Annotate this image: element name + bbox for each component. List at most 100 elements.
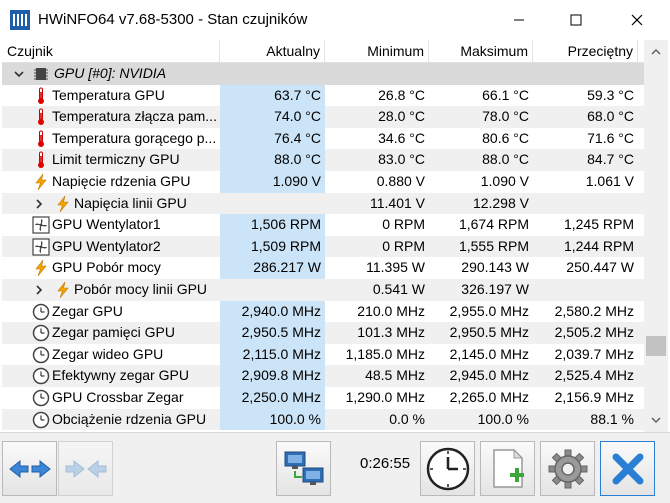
close-icon <box>631 14 643 26</box>
clock-icon <box>32 389 50 407</box>
sensor-name: GPU Pobór mocy <box>52 259 161 276</box>
table-row[interactable]: Efektywny zegar GPU 2,909.8 MHz 48.5 MHz 2,… <box>2 365 644 387</box>
sensor-name: Efektywny zegar GPU <box>52 367 189 384</box>
column-header-average[interactable]: Przeciętny <box>533 40 638 63</box>
sensor-min-value: 210.0 MHz <box>357 302 425 319</box>
sensor-max-value: 1,555 RPM <box>458 237 529 254</box>
sensor-current-value: 74.0 °C <box>220 106 325 128</box>
sensor-current-value: 63.7 °C <box>220 84 325 107</box>
chevron-right-icon[interactable] <box>32 283 46 297</box>
sensor-avg-value: 84.7 °C <box>587 151 634 168</box>
sensor-name: Obciążenie rdzenia GPU <box>52 410 207 427</box>
sensor-current-value: 76.4 °C <box>220 127 325 150</box>
sensor-name: Zegar wideo GPU <box>52 345 164 362</box>
gear-icon <box>548 449 587 488</box>
gpu-chip-icon <box>34 68 48 80</box>
table-row[interactable]: Obciążenie rdzenia GPU 100.0 % 0.0 % 100.0 … <box>2 408 644 431</box>
clock-icon <box>32 324 50 342</box>
sensor-name: Zegar GPU <box>52 302 123 319</box>
network-computers-icon <box>284 451 323 485</box>
sensor-min-value: 1,290.0 MHz <box>345 388 425 405</box>
maximize-button[interactable] <box>553 0 599 40</box>
sensor-avg-value: 2,580.2 MHz <box>554 302 634 319</box>
sensor-subgroup-row[interactable]: Pobór mocy linii GPU 0.541 W 326.197 W <box>2 278 644 301</box>
table-row[interactable]: Limit termiczny GPU 88.0 °C 83.0 °C 88.0 °C… <box>2 149 644 171</box>
sensor-current-value: 2,950.5 MHz <box>220 322 325 344</box>
lightning-icon <box>35 173 47 191</box>
sensor-name: Temperatura gorącego p... <box>52 129 217 146</box>
sensor-current-value: 286.217 W <box>220 257 325 279</box>
column-header-current[interactable]: Aktualny <box>220 40 325 63</box>
table-row[interactable]: Zegar pamięci GPU 2,950.5 MHz 101.3 MHz 2,9… <box>2 322 644 344</box>
sensor-max-value: 2,945.0 MHz <box>449 367 529 384</box>
sensor-max-value: 66.1 °C <box>482 86 529 103</box>
table-header: Czujnik Aktualny Minimum Maksimum Przeci… <box>2 40 644 63</box>
table-row[interactable]: Zegar wideo GPU 2,115.0 MHz 1,185.0 MHz 2,1… <box>2 343 644 366</box>
table-row[interactable]: Napięcie rdzenia GPU 1.090 V 0.880 V 1.090 … <box>2 170 644 193</box>
sensor-min-value: 11.401 V <box>369 194 425 211</box>
scroll-down-icon[interactable] <box>649 413 663 427</box>
sensor-max-value: 290.143 W <box>461 259 529 276</box>
chevron-right-icon[interactable] <box>32 197 46 211</box>
sensor-current-value: 100.0 % <box>220 408 325 431</box>
reset-timer-button[interactable] <box>420 441 475 496</box>
table-row[interactable]: Temperatura złącza pam... 74.0 °C 28.0 °C 7… <box>2 106 644 128</box>
group-row-gpu[interactable]: GPU [#0]: NVIDIA <box>2 63 644 85</box>
sensor-name: Pobór mocy linii GPU <box>74 280 208 297</box>
collapse-sensors-button[interactable] <box>58 441 113 496</box>
sensor-current-value: 2,250.0 MHz <box>220 386 325 409</box>
table-row[interactable]: Zegar GPU 2,940.0 MHz 210.0 MHz 2,955.0 MHz… <box>2 300 644 323</box>
table-row[interactable]: GPU Wentylator1 1,506 RPM 0 RPM 1,674 RPM 1,… <box>2 214 644 236</box>
navigate-sensors-button[interactable] <box>2 441 57 496</box>
sensor-avg-value: 1.061 V <box>585 172 634 189</box>
thermometer-icon <box>38 87 44 104</box>
scrollbar-thumb[interactable] <box>646 336 666 356</box>
sensor-min-value: 34.6 °C <box>378 129 425 146</box>
column-header-sensor[interactable]: Czujnik <box>2 40 220 63</box>
sensor-min-value: 1,185.0 MHz <box>345 345 425 362</box>
sensor-avg-value: 88.1 % <box>590 410 634 427</box>
sensor-max-value: 100.0 % <box>477 410 529 427</box>
clock-icon <box>32 346 50 363</box>
minimize-icon <box>514 19 524 21</box>
bottom-toolbar: 0:26:55 <box>0 432 670 503</box>
sensor-max-value: 12.298 V <box>472 194 529 211</box>
lightning-icon <box>35 260 47 277</box>
clock-icon <box>32 411 50 428</box>
sensor-subgroup-row[interactable]: Napięcia linii GPU 11.401 V 12.298 V <box>2 192 644 215</box>
sensor-avg-value <box>533 193 638 215</box>
title-bar: HWiNFO64 v7.68-5300 - Stan czujników <box>0 0 670 40</box>
sensor-name: Napięcie rdzenia GPU <box>52 172 191 189</box>
close-window-button[interactable] <box>614 0 660 40</box>
clock-icon <box>32 303 50 320</box>
sensor-min-value: 26.8 °C <box>378 86 425 103</box>
logging-button[interactable] <box>480 441 535 496</box>
scroll-up-icon[interactable] <box>649 45 663 59</box>
sensor-max-value: 2,955.0 MHz <box>449 302 529 319</box>
sensor-name: GPU Wentylator2 <box>52 237 161 254</box>
table-row[interactable]: Temperatura GPU 63.7 °C 26.8 °C 66.1 °C 59.3… <box>2 84 644 107</box>
network-button[interactable] <box>276 441 331 496</box>
chevron-down-icon[interactable] <box>12 67 26 81</box>
sensor-current-value: 2,940.0 MHz <box>220 300 325 323</box>
minimize-button[interactable] <box>496 0 542 40</box>
column-header-minimum[interactable]: Minimum <box>325 40 429 63</box>
close-sensors-button[interactable] <box>600 441 655 496</box>
sensor-table: Czujnik Aktualny Minimum Maksimum Przeci… <box>2 40 644 432</box>
sensor-avg-value: 59.3 °C <box>587 86 634 103</box>
sensor-max-value: 326.197 W <box>461 280 529 297</box>
sensor-avg-value: 2,525.4 MHz <box>554 367 634 384</box>
sensor-current-value: 1.090 V <box>220 170 325 193</box>
table-row[interactable]: Temperatura gorącego p... 76.4 °C 34.6 °C 8… <box>2 127 644 150</box>
sensor-current-value: 88.0 °C <box>220 149 325 171</box>
table-row[interactable]: GPU Wentylator2 1,509 RPM 0 RPM 1,555 RPM 1,… <box>2 235 644 258</box>
sensor-avg-value: 1,245 RPM <box>563 216 634 233</box>
group-label: GPU [#0]: NVIDIA <box>54 65 167 81</box>
window-title: HWiNFO64 v7.68-5300 - Stan czujników <box>38 11 308 28</box>
table-row[interactable]: GPU Pobór mocy 286.217 W 11.395 W 290.143 W… <box>2 257 644 279</box>
vertical-scrollbar[interactable] <box>644 40 668 432</box>
table-row[interactable]: GPU Crossbar Zegar 2,250.0 MHz 1,290.0 MHz… <box>2 386 644 409</box>
column-header-maximum[interactable]: Maksimum <box>429 40 533 63</box>
sensor-min-value: 83.0 °C <box>378 151 425 168</box>
settings-button[interactable] <box>540 441 595 496</box>
